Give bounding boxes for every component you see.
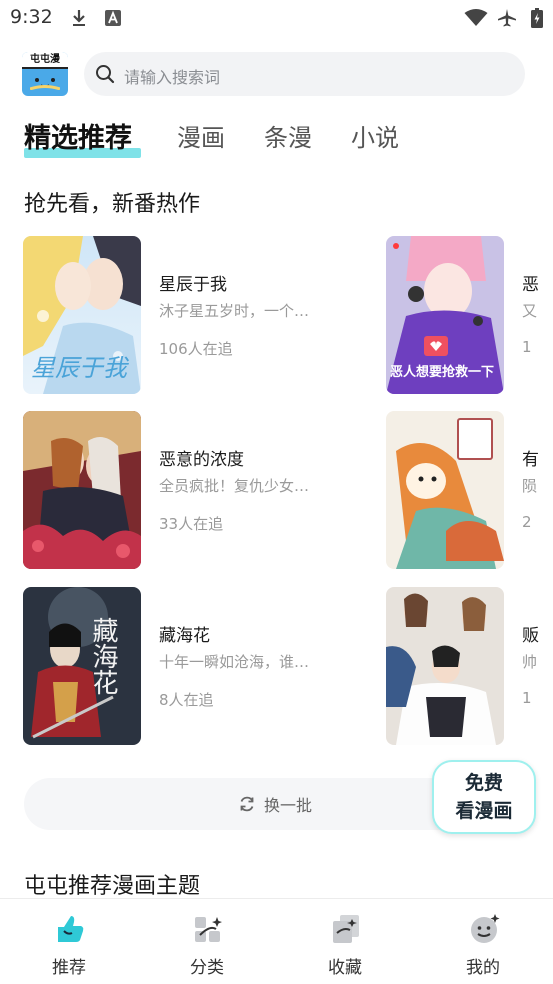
nav-label: 推荐 xyxy=(52,958,86,978)
download-icon xyxy=(70,9,88,27)
refresh-label: 换一批 xyxy=(264,796,313,815)
comic-card[interactable]: 贩 帅 1 xyxy=(386,587,553,747)
nav-favorites[interactable]: 收藏 xyxy=(276,899,414,984)
favorites-icon xyxy=(333,915,359,943)
logo-text: 屯屯漫 xyxy=(22,52,68,69)
search-placeholder: 请输入搜索词 xyxy=(124,68,221,87)
comic-title: 有 xyxy=(522,450,539,470)
status-time: 9:32 xyxy=(10,6,53,28)
comic-follow-count: 33人在追 xyxy=(159,515,224,533)
comic-card[interactable]: 有 陨 2 xyxy=(386,411,553,571)
tab-manga[interactable]: 漫画 xyxy=(177,118,225,153)
svg-text:藏海花: 藏海花 xyxy=(88,617,118,695)
comic-title: 藏海花 xyxy=(159,626,210,646)
comic-follow-count: 1 xyxy=(522,338,532,356)
search-icon xyxy=(96,65,115,84)
recommend-icon xyxy=(58,916,84,942)
comic-follow-count: 2 xyxy=(522,513,532,531)
comic-cover: 藏海花 xyxy=(23,587,141,745)
comic-description: 帅 xyxy=(522,653,538,671)
svg-text:恶人想要抢救一下: 恶人想要抢救一下 xyxy=(390,364,494,380)
airplane-icon xyxy=(497,9,517,27)
comic-title: 贩 xyxy=(522,626,539,646)
category-tabs: 精选推荐 漫画 条漫 小说 xyxy=(0,118,553,164)
logo-face-icon xyxy=(30,78,60,90)
free-badge-line1: 免费 xyxy=(464,772,503,794)
battery-icon xyxy=(531,8,543,28)
nav-recommend[interactable]: 推荐 xyxy=(0,899,138,984)
comic-title: 恶意的浓度 xyxy=(159,450,244,470)
comic-cover: 星辰于我 xyxy=(23,236,141,394)
status-bar: 9:32 xyxy=(0,0,553,36)
tab-novel[interactable]: 小说 xyxy=(351,118,399,153)
comic-cover xyxy=(386,587,504,745)
nav-profile[interactable]: 我的 xyxy=(414,899,552,984)
search-input[interactable]: 请输入搜索词 xyxy=(84,52,525,96)
comic-follow-count: 8人在追 xyxy=(159,691,214,709)
comic-cover xyxy=(386,411,504,569)
wifi-icon xyxy=(464,9,488,27)
comic-card[interactable]: 星辰于我 星辰于我 沐子星五岁时，一个… 106人在追 xyxy=(23,236,343,394)
nav-label: 我的 xyxy=(466,958,500,978)
profile-icon xyxy=(471,914,500,943)
tab-featured[interactable]: 精选推荐 xyxy=(24,116,132,155)
comic-card[interactable]: 藏海花 藏海花 十年一瞬如沧海，谁… 8人在追 xyxy=(23,587,343,745)
tab-webtoon[interactable]: 条漫 xyxy=(264,118,312,153)
a-box-icon xyxy=(104,9,122,27)
comic-follow-count: 1 xyxy=(522,689,532,707)
free-badge-line2: 看漫画 xyxy=(455,800,513,822)
svg-text:星辰于我: 星辰于我 xyxy=(31,354,129,382)
comic-follow-count: 106人在追 xyxy=(159,340,233,358)
comic-description: 陨 xyxy=(522,477,538,495)
comic-description: 沐子星五岁时，一个… xyxy=(159,302,310,320)
nav-label: 收藏 xyxy=(328,958,362,978)
comic-cover: 恶人想要抢救一下 xyxy=(386,236,504,394)
comic-title: 恶 xyxy=(522,275,539,295)
free-manga-badge[interactable]: 免费 看漫画 xyxy=(432,760,536,834)
category-icon xyxy=(195,917,222,942)
section-title: 抢先看，新番热作 xyxy=(24,192,201,217)
comic-description: 又 xyxy=(522,302,538,320)
comic-description: 全员疯批！复仇少女… xyxy=(159,477,310,495)
refresh-icon xyxy=(240,796,254,812)
nav-label: 分类 xyxy=(190,958,224,978)
comic-card[interactable]: 恶意的浓度 全员疯批！复仇少女… 33人在追 xyxy=(23,411,343,569)
recommend-section-title: 屯屯推荐漫画主题 xyxy=(24,874,201,899)
comic-title: 星辰于我 xyxy=(159,275,227,295)
comic-cover xyxy=(23,411,141,569)
nav-category[interactable]: 分类 xyxy=(138,899,276,984)
app-logo: 屯屯漫 xyxy=(22,52,68,96)
bottom-nav: 推荐 分类 收藏 我的 xyxy=(0,898,553,984)
comic-description: 十年一瞬如沧海，谁… xyxy=(159,653,310,671)
comic-card[interactable]: 恶人想要抢救一下 恶 又 1 xyxy=(386,236,553,396)
